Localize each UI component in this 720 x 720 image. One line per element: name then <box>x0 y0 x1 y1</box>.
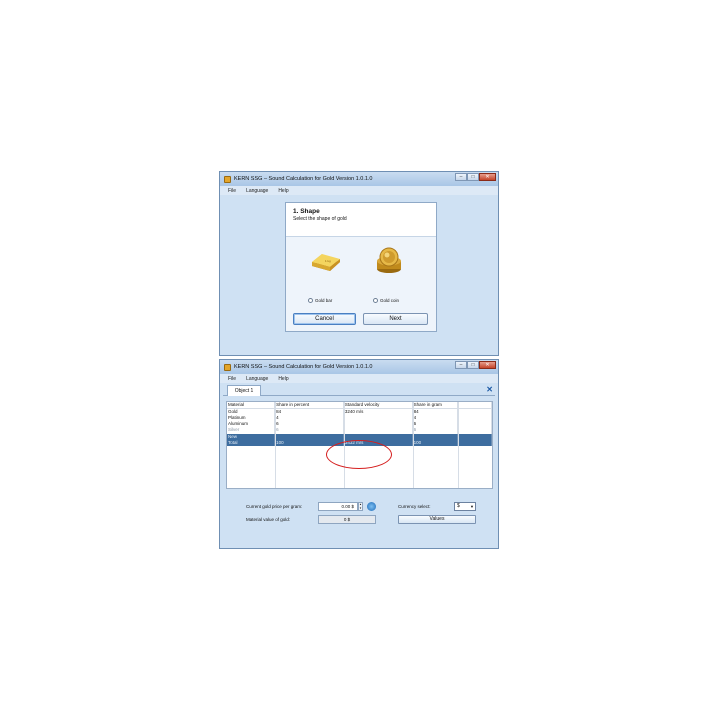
gold-bar-option[interactable]: Gold bar <box>308 298 332 303</box>
table-cell[interactable]: Total <box>227 439 276 446</box>
calculation-window: KERN SSG – Sound Calculation for Gold Ve… <box>219 359 499 549</box>
gold-coin-radio[interactable] <box>373 298 378 303</box>
dialog-header: 1. Shape Select the shape of gold <box>286 203 436 237</box>
minimize-button[interactable]: – <box>455 173 467 181</box>
material-value-field: 0 $ <box>318 515 376 524</box>
maximize-button[interactable]: □ <box>467 361 479 369</box>
gold-bar-label: Gold bar <box>315 298 333 303</box>
price-panel: Current gold price per gram: 0.00 $ ▴ ▾ C… <box>226 494 493 540</box>
gold-bar-radio[interactable] <box>308 298 313 303</box>
gold-price-input[interactable]: 0.00 $ <box>318 502 358 511</box>
currency-label: Currency select: <box>398 504 431 509</box>
window-controls: – □ ✕ <box>455 361 496 369</box>
close-button[interactable]: ✕ <box>479 361 496 369</box>
gold-coin-option[interactable]: Gold coin <box>373 298 399 303</box>
menu-file[interactable]: File <box>228 376 236 382</box>
highlight-circle-annotation <box>326 440 392 469</box>
currency-value: $ <box>457 503 460 509</box>
window-controls: – □ ✕ <box>455 173 496 181</box>
close-tab-icon[interactable]: ✕ <box>486 385 493 395</box>
gold-coin-label: Gold coin <box>380 298 400 303</box>
cancel-button[interactable]: Cancel <box>293 313 356 325</box>
gold-price-label: Current gold price per gram: <box>246 504 303 509</box>
menu-file[interactable]: File <box>228 188 236 194</box>
column-divider <box>457 402 459 488</box>
app-icon <box>224 363 231 371</box>
menu-help[interactable]: Help <box>278 376 288 382</box>
window-title: KERN SSG – Sound Calculation for Gold Ve… <box>234 364 373 370</box>
title-bar[interactable]: KERN SSG – Sound Calculation for Gold Ve… <box>220 172 498 186</box>
refresh-icon[interactable] <box>367 502 376 511</box>
chevron-down-icon: ▼ <box>470 504 474 509</box>
material-value-label: Material value of gold: <box>246 517 291 522</box>
dialog-subtitle: Select the shape of gold <box>293 216 347 222</box>
values-button[interactable]: Values <box>398 515 476 524</box>
column-divider <box>274 402 276 488</box>
price-stepper[interactable]: ▴ ▾ <box>358 502 363 511</box>
title-bar[interactable]: KERN SSG – Sound Calculation for Gold Ve… <box>220 360 498 374</box>
menu-bar: File Language Help <box>220 186 498 195</box>
currency-select[interactable]: $ ▼ <box>454 502 476 511</box>
tab-strip: Object 1 ✕ <box>223 385 495 396</box>
menu-language[interactable]: Language <box>246 376 268 382</box>
minimize-button[interactable]: – <box>455 361 467 369</box>
menu-language[interactable]: Language <box>246 188 268 194</box>
window-title: KERN SSG – Sound Calculation for Gold Ve… <box>234 176 373 182</box>
menu-bar: File Language Help <box>220 374 498 383</box>
app-icon <box>224 175 231 183</box>
table-cell[interactable]: 100 <box>412 439 458 446</box>
svg-text:1 kg: 1 kg <box>325 259 331 263</box>
next-button[interactable]: Next <box>363 313 428 325</box>
table-cell[interactable] <box>457 439 493 446</box>
maximize-button[interactable]: □ <box>467 173 479 181</box>
menu-help[interactable]: Help <box>278 188 288 194</box>
column-divider <box>412 402 414 488</box>
tab-object-1[interactable]: Object 1 <box>227 385 261 396</box>
gold-bar-image[interactable]: 1 kg <box>308 251 342 273</box>
shape-dialog: 1. Shape Select the shape of gold 1 kg G… <box>285 202 437 332</box>
shape-wizard-window: KERN SSG – Sound Calculation for Gold Ve… <box>219 171 499 356</box>
gold-coin-image[interactable] <box>375 247 403 275</box>
close-button[interactable]: ✕ <box>479 173 496 181</box>
dialog-title: 1. Shape <box>293 208 320 215</box>
